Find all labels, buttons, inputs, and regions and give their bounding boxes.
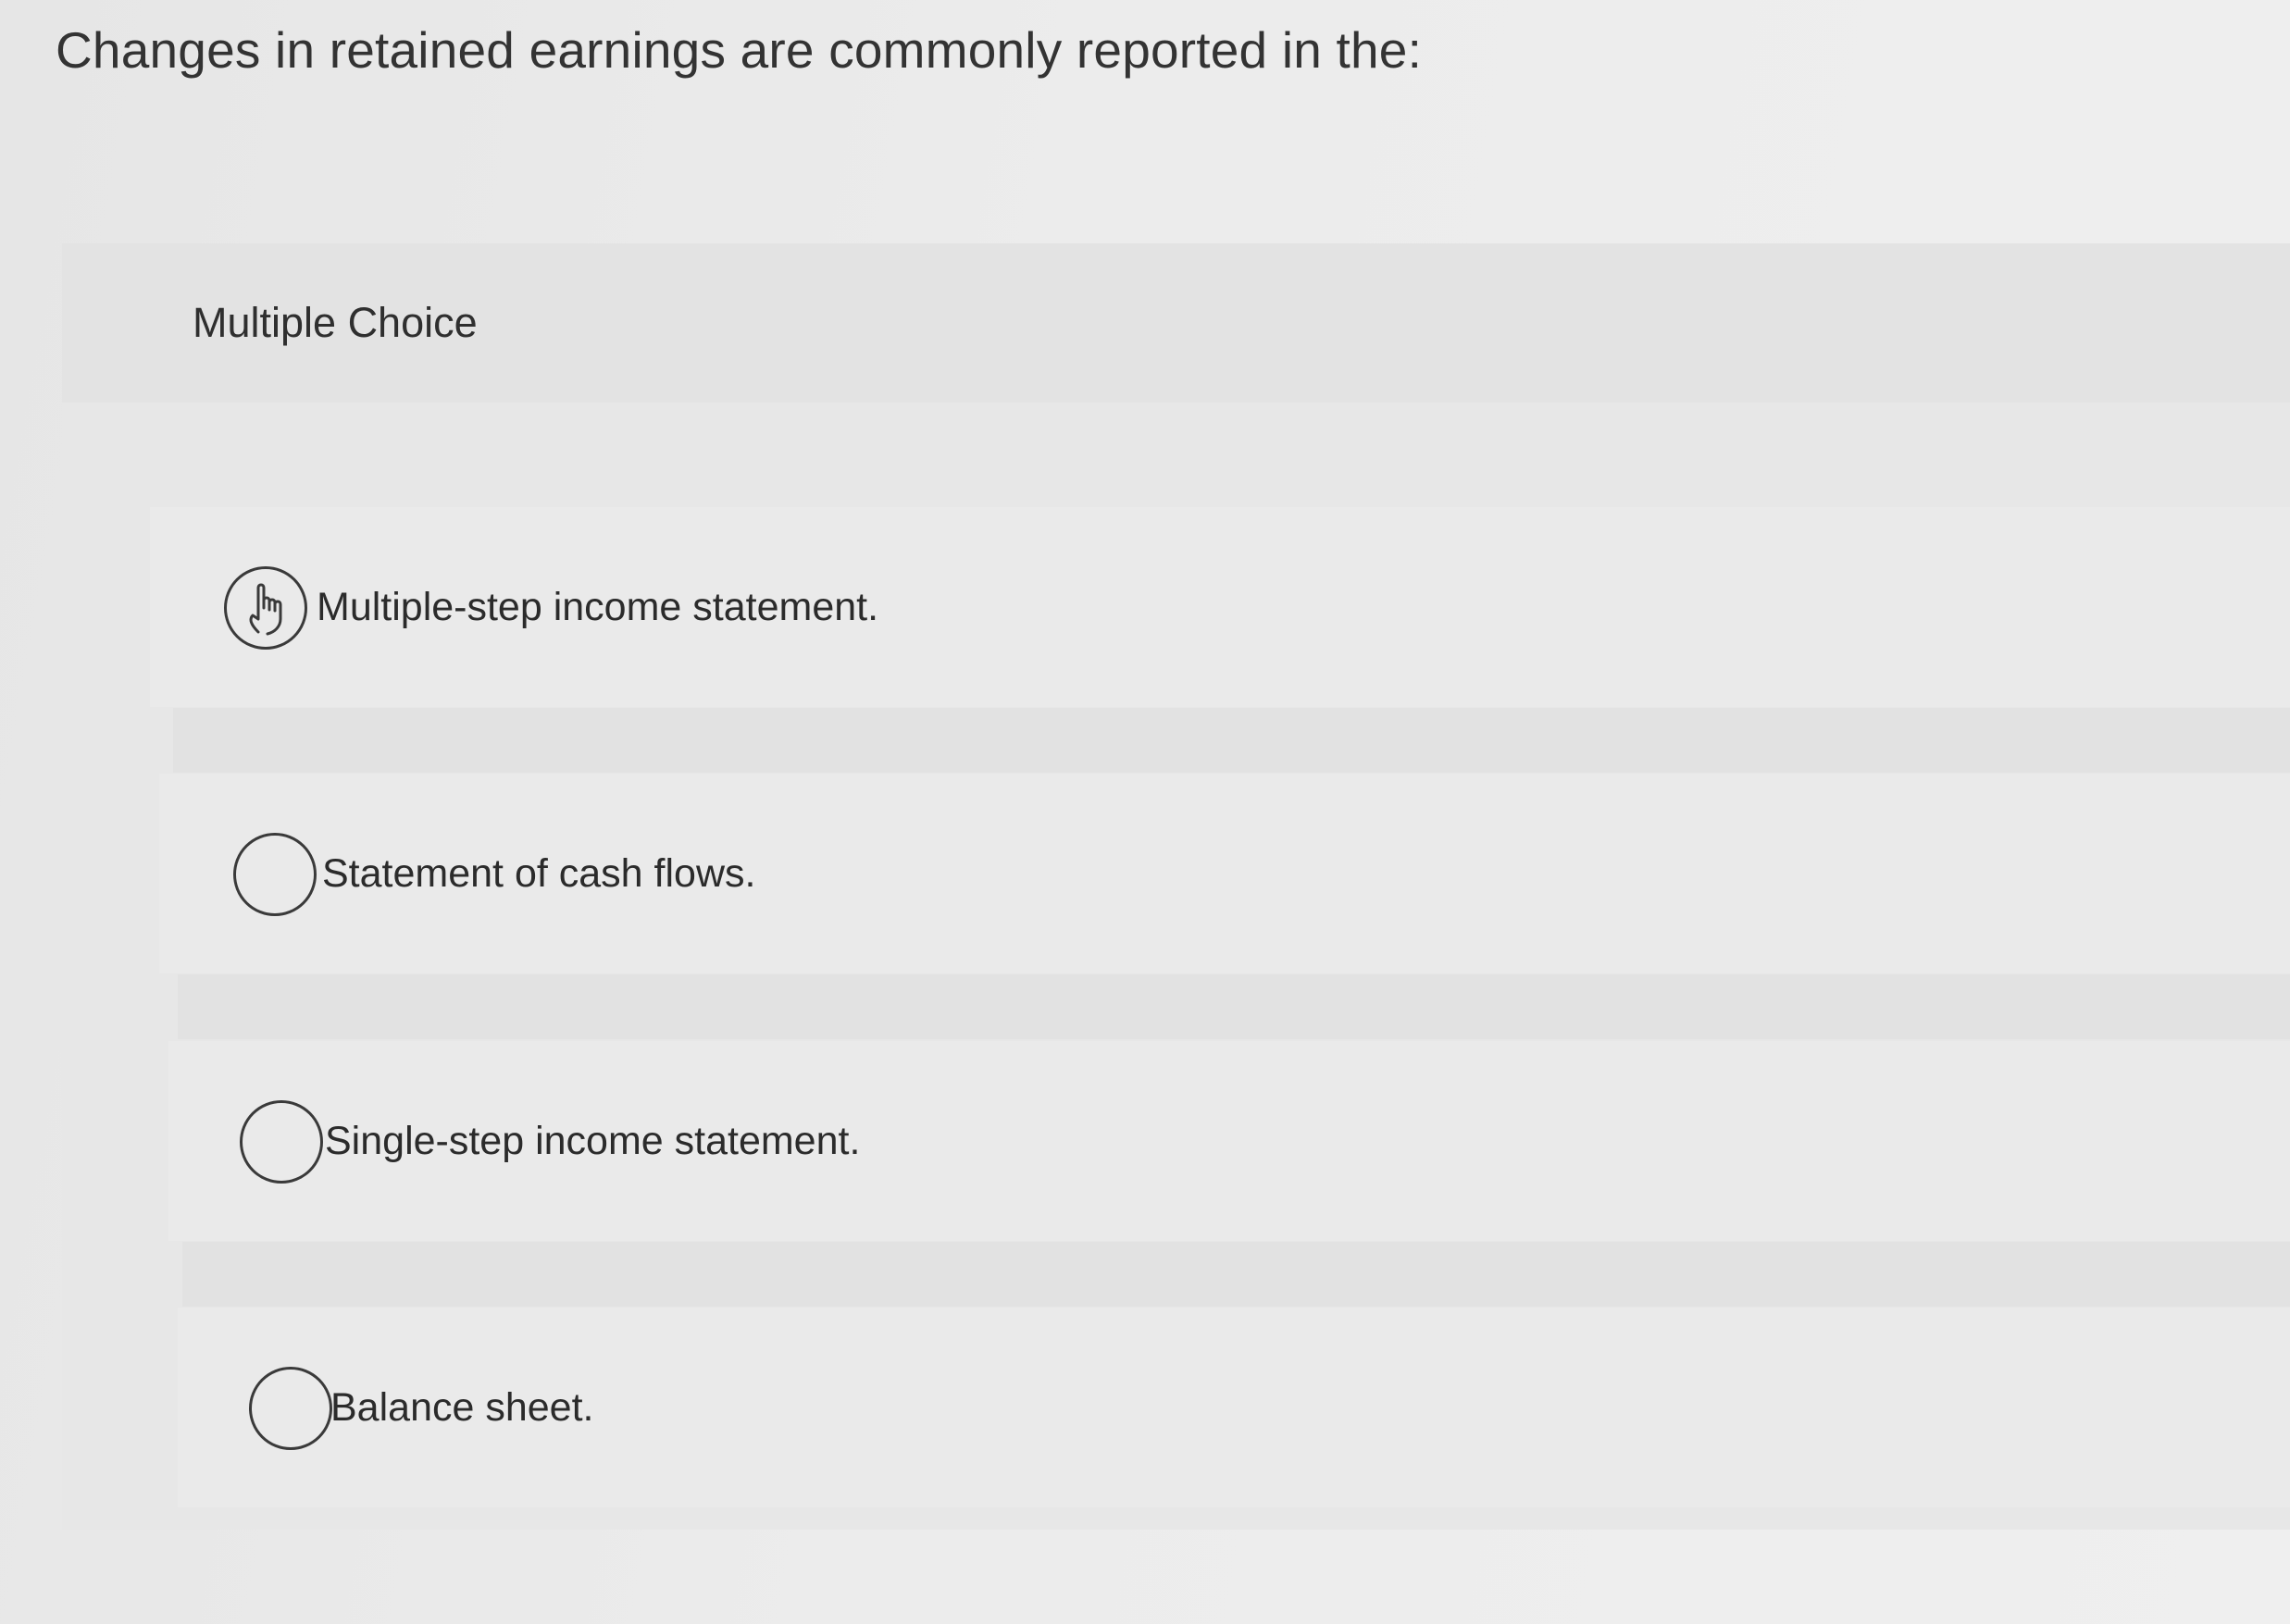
multiple-choice-panel: Multiple Choice Multiple-step income sta… <box>62 243 2290 1530</box>
question-text: Changes in retained earnings are commonl… <box>56 21 1423 79</box>
panel-header: Multiple Choice <box>62 243 2290 403</box>
option-divider <box>173 708 2290 773</box>
panel-title: Multiple Choice <box>193 299 478 346</box>
option-single-step-income-statement[interactable]: Single-step income statement. <box>168 1041 2290 1241</box>
radio-circle-icon[interactable] <box>249 1367 332 1450</box>
option-label: Statement of cash flows. <box>322 851 756 896</box>
hand-pointer-icon <box>249 583 282 636</box>
option-label: Single-step income statement. <box>325 1119 861 1163</box>
radio-circle-icon[interactable] <box>233 833 317 916</box>
option-label: Balance sheet. <box>330 1385 594 1430</box>
option-statement-of-cash-flows[interactable]: Statement of cash flows. <box>159 774 2290 973</box>
option-balance-sheet[interactable]: Balance sheet. <box>178 1308 2290 1507</box>
option-divider <box>182 1242 2290 1307</box>
option-multiple-step-income-statement[interactable]: Multiple-step income statement. <box>150 507 2290 707</box>
option-label: Multiple-step income statement. <box>317 585 879 629</box>
radio-button[interactable] <box>224 566 307 650</box>
option-divider <box>178 974 2290 1039</box>
radio-circle-icon[interactable] <box>240 1100 323 1184</box>
